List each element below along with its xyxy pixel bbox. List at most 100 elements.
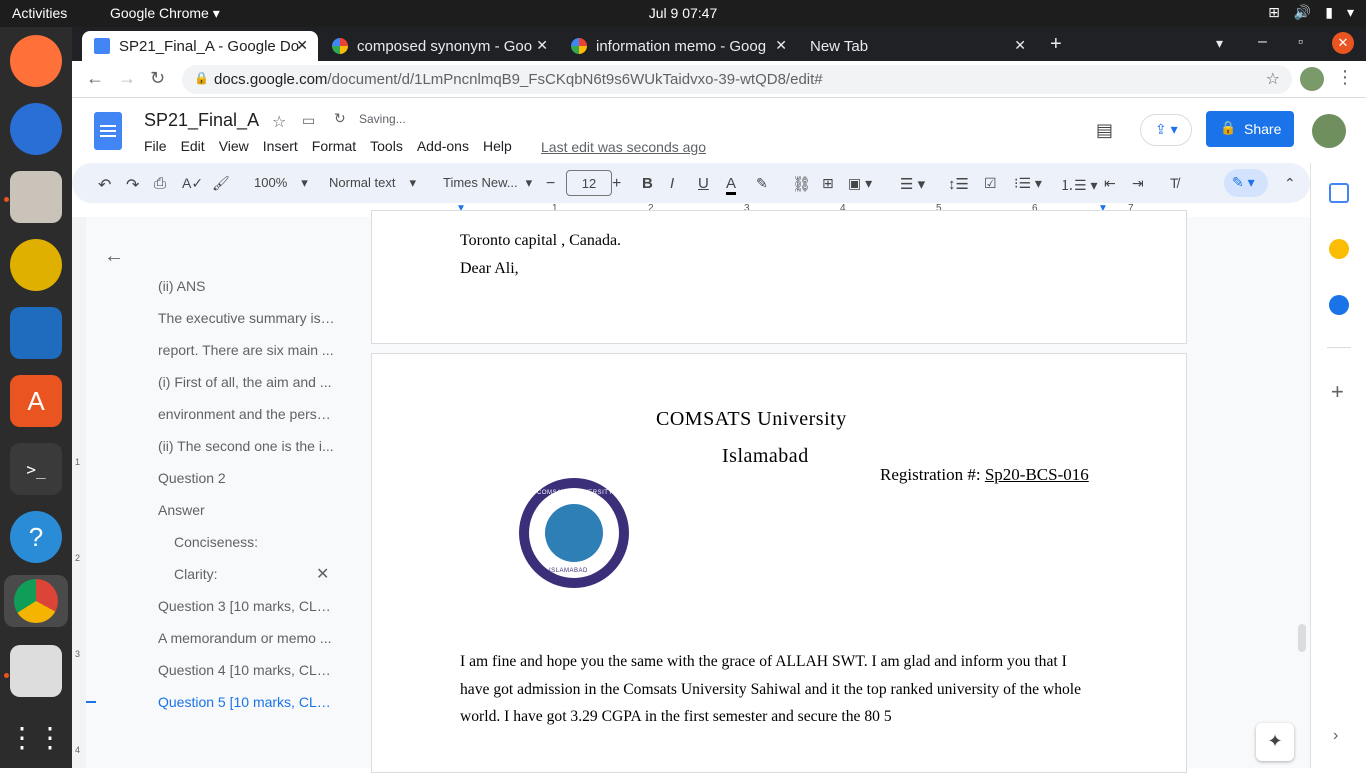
url-input[interactable]: 🔒 docs.google.com/document/d/1LmPncnlmqB… [182, 65, 1292, 94]
outline-item[interactable]: The executive summary is ... [158, 310, 336, 326]
highlight-icon[interactable]: ✎ [756, 175, 768, 192]
reload-icon[interactable]: ↻ [150, 68, 165, 89]
tab-information-memo[interactable]: information memo - Goog ✕ [559, 31, 797, 61]
remove-heading-icon[interactable]: ✕ [316, 564, 329, 584]
profile-avatar[interactable] [1300, 67, 1324, 91]
help-icon[interactable]: ? [10, 511, 62, 563]
terminal-icon[interactable]: >_ [10, 443, 62, 495]
university-seal[interactable]: COMSATS UNIVERSITY ISLAMABAD [519, 478, 629, 588]
tab-new-tab[interactable]: New Tab ✕ [798, 31, 1036, 61]
chrome-icon[interactable] [4, 575, 68, 627]
tab-composed-synonym[interactable]: composed synonym - Goo ✕ [320, 31, 558, 61]
menu-help[interactable]: Help [483, 138, 512, 154]
star-icon[interactable]: ☆ [1266, 69, 1280, 89]
decrease-size-icon[interactable]: − [546, 175, 555, 193]
outline-item[interactable]: Question 2 [158, 470, 336, 486]
increase-indent-icon[interactable]: ⇥ [1132, 175, 1144, 192]
italic-icon[interactable]: I [670, 175, 674, 192]
clear-formatting-icon[interactable]: T̸ [1170, 175, 1179, 191]
chrome-menu-icon[interactable]: ⋮ [1336, 67, 1354, 88]
font-size-input[interactable]: 12 [566, 170, 612, 196]
text-color-icon[interactable]: A [726, 175, 737, 195]
share-button[interactable]: 🔒 Share [1206, 111, 1294, 147]
comment-icon[interactable]: ⊞ [822, 175, 834, 192]
minimize-icon[interactable]: – [1258, 33, 1267, 51]
forward-icon[interactable]: → [118, 68, 136, 89]
activities-button[interactable]: Activities [12, 5, 67, 21]
close-icon[interactable]: ✕ [1014, 37, 1026, 54]
undo-icon[interactable]: ↶ [98, 175, 111, 195]
link-icon[interactable]: ⛓ [792, 175, 811, 193]
document-page[interactable]: COMSATS University Islamabad Registratio… [371, 353, 1187, 773]
outline-item[interactable]: Question 4 [10 marks, CLO... [158, 662, 336, 678]
menu-addons[interactable]: Add-ons [417, 138, 469, 154]
city-heading[interactable]: Islamabad [722, 445, 809, 468]
writer-icon[interactable] [10, 307, 62, 359]
system-tray[interactable]: ⊞ 🔊 ▮ ▾ [1268, 4, 1354, 21]
menu-edit[interactable]: Edit [181, 138, 205, 154]
chevron-right-icon[interactable]: › [1333, 727, 1338, 745]
show-apps-icon[interactable]: ⋮⋮ [8, 711, 64, 763]
university-heading[interactable]: COMSATS University [656, 408, 847, 431]
comments-icon[interactable]: ▤ [1096, 120, 1113, 141]
spellcheck-icon[interactable]: A✓ [182, 175, 203, 192]
registration-line[interactable]: Registration #: Sp20-BCS-016 [880, 465, 1089, 485]
paragraph-line[interactable]: world. I have got 3.29 CGPA in the first… [460, 708, 892, 726]
document-page[interactable]: Toronto capital , Canada. Dear Ali, [371, 210, 1187, 344]
document-title[interactable]: SP21_Final_A [144, 110, 259, 131]
window-close-icon[interactable]: ✕ [1332, 32, 1354, 54]
explore-icon[interactable]: ✦ [1256, 723, 1294, 761]
close-icon[interactable]: ✕ [536, 37, 548, 54]
line-spacing-icon[interactable]: ↕☰ [948, 175, 969, 193]
menu-tools[interactable]: Tools [370, 138, 403, 154]
app-menu[interactable]: Google Chrome ▾ [110, 5, 220, 22]
calendar-icon[interactable] [1329, 183, 1349, 203]
docs-logo-icon[interactable] [94, 112, 122, 150]
account-avatar[interactable] [1312, 114, 1346, 148]
menu-insert[interactable]: Insert [263, 138, 298, 154]
maximize-icon[interactable]: ▫ [1298, 33, 1303, 49]
paragraph-line[interactable]: have got admission in the Comsats Univer… [460, 681, 1081, 699]
files-icon[interactable] [10, 171, 62, 223]
clock[interactable]: Jul 9 07:47 [638, 5, 728, 21]
menu-view[interactable]: View [219, 138, 249, 154]
align-icon[interactable]: ☰ ▾ [900, 175, 925, 193]
outline-item[interactable]: Answer [158, 502, 336, 518]
underline-icon[interactable]: U [698, 175, 709, 192]
move-folder-icon[interactable]: ▭ [302, 112, 315, 129]
outline-item[interactable]: (i) First of all, the aim and ... [158, 374, 336, 390]
present-icon[interactable]: ⇪ ▾ [1140, 114, 1192, 146]
outline-item[interactable]: Question 3 [10 marks, CLO... [158, 598, 336, 614]
numbered-list-icon[interactable]: ⒈☰ ▾ [1060, 175, 1097, 195]
document-viewer-icon[interactable] [10, 645, 62, 697]
font-select[interactable]: Times New... ▾ [443, 175, 532, 191]
add-on-plus-icon[interactable]: + [1331, 379, 1344, 405]
software-icon[interactable]: A [10, 375, 62, 427]
tab-docs[interactable]: SP21_Final_A - Google Do ✕ [82, 31, 318, 61]
outline-item[interactable]: environment and the perso... [158, 406, 336, 422]
redo-icon[interactable]: ↷ [126, 175, 139, 195]
outline-item[interactable]: (ii) ANS [158, 278, 336, 294]
close-icon[interactable]: ✕ [296, 37, 308, 54]
outline-item[interactable]: Conciseness: [174, 534, 352, 550]
paragraph[interactable]: Dear Ali, [460, 260, 519, 278]
image-icon[interactable]: ▣ ▾ [848, 175, 872, 192]
thunderbird-icon[interactable] [10, 103, 62, 155]
outline-item[interactable]: report. There are six main ... [158, 342, 336, 358]
paragraph[interactable]: Toronto capital , Canada. [460, 232, 621, 250]
firefox-icon[interactable] [10, 35, 62, 87]
vertical-scrollbar[interactable] [1298, 624, 1306, 652]
outline-item[interactable]: A memorandum or memo ... [158, 630, 336, 646]
zoom-select[interactable]: 100% ▾ [254, 175, 308, 191]
editing-mode-icon[interactable]: ✎ ▾ [1224, 169, 1268, 197]
style-select[interactable]: Normal text ▾ [329, 175, 416, 191]
decrease-indent-icon[interactable]: ⇤ [1104, 175, 1116, 192]
bold-icon[interactable]: B [642, 175, 653, 192]
rhythmbox-icon[interactable] [10, 239, 62, 291]
new-tab-icon[interactable]: + [1050, 33, 1062, 56]
outline-item[interactable]: (ii) The second one is the i... [158, 438, 336, 454]
checklist-icon[interactable]: ☑ [984, 175, 997, 192]
paragraph-line[interactable]: I am fine and hope you the same with the… [460, 653, 1067, 671]
last-edit-link[interactable]: Last edit was seconds ago [541, 139, 706, 155]
close-outline-icon[interactable]: ← [104, 245, 124, 268]
